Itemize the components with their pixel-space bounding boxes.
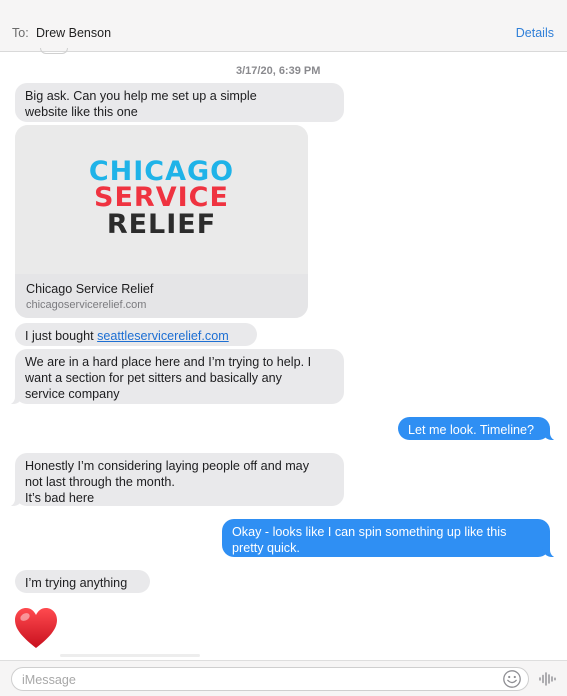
message-text: I just bought	[25, 329, 98, 343]
message-url-link[interactable]: seattleservicerelief.com	[97, 329, 229, 343]
message-bubble-incoming[interactable]: Big ask. Can you help me set up a simple…	[15, 83, 344, 122]
emoji-face-icon[interactable]	[502, 669, 522, 689]
message-bubble-outgoing[interactable]: Okay - looks like I can spin something u…	[222, 519, 558, 558]
message-bubble-outgoing[interactable]: Let me look. Timeline?	[398, 417, 558, 441]
message-timestamp: 3/17/20, 6:39 PM	[236, 65, 321, 77]
message-input-wrapper	[11, 667, 529, 691]
logo-text-line: RELIEF	[106, 209, 217, 240]
link-preview-url: chicagoservicerelief.com	[26, 299, 147, 311]
link-preview-image: CHICAGO SERVICE RELIEF	[15, 125, 308, 274]
message-bubble-incoming: I just bought seattleservicerelief.com	[15, 323, 257, 346]
details-button[interactable]: Details	[516, 26, 554, 40]
recipient-name[interactable]: Drew Benson	[36, 26, 111, 40]
to-label: To:	[12, 26, 29, 40]
conversation-header: To: Drew Benson Details	[0, 0, 567, 54]
message-bubble-incoming[interactable]: I’m trying anything	[15, 570, 150, 593]
scroll-shadow-edge	[40, 48, 68, 54]
message-composer	[0, 660, 567, 696]
message-bubble-incoming[interactable]: Honestly I’m considering laying people o…	[7, 453, 344, 507]
logo-text-line: SERVICE	[94, 182, 229, 213]
message-bubble-incoming[interactable]: We are in a hard place here and I’m tryi…	[7, 349, 344, 405]
audio-waveform-icon[interactable]	[537, 669, 557, 689]
partial-bubble-edge	[60, 654, 200, 657]
link-preview-meta	[15, 274, 308, 318]
message-input[interactable]	[22, 671, 502, 688]
link-preview-title: Chicago Service Relief	[26, 282, 154, 296]
link-preview-card[interactable]: CHICAGO SERVICE RELIEF Chicago Service R…	[15, 125, 308, 318]
heart-emoji-icon[interactable]	[12, 604, 60, 652]
